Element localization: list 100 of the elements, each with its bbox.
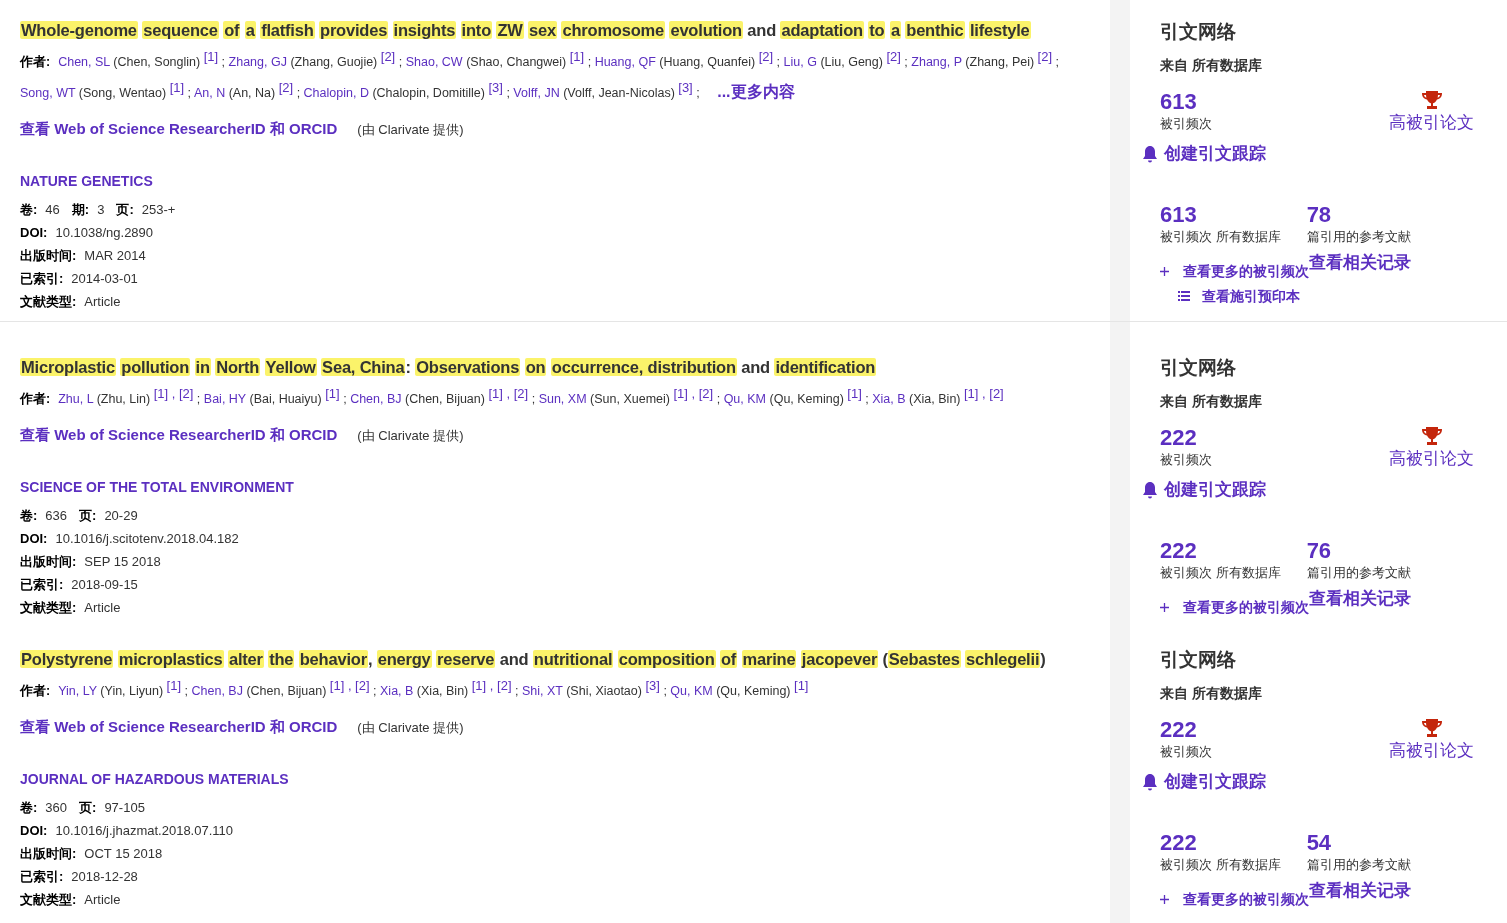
record-title[interactable]: Microplastic pollution in North Yellow Sea, China: Observations on occurrence, distribution and identification: [20, 354, 1062, 380]
affiliation-ref[interactable]: [1] , [2]: [471, 678, 512, 693]
citation-count[interactable]: 222: [1160, 425, 1212, 450]
affiliation-ref[interactable]: [2]: [380, 49, 396, 64]
stat-value[interactable]: 222: [1160, 830, 1281, 855]
separator: ;: [1055, 55, 1060, 69]
citing-preprints-link[interactable]: 查看施引预印本: [1178, 285, 1477, 307]
affiliation-ref[interactable]: [1]: [166, 678, 182, 693]
separator: ;: [865, 392, 869, 406]
plus-icon: [1160, 602, 1169, 612]
affiliation-ref[interactable]: [1] , [2]: [153, 386, 194, 401]
author-link[interactable]: Liu, G: [783, 55, 817, 69]
affiliation-ref[interactable]: [1]: [169, 80, 185, 95]
field-label: 期:: [71, 200, 90, 219]
highly-cited-badge[interactable]: 高被引论文: [1389, 737, 1474, 763]
journal-link[interactable]: JOURNAL OF HAZARDOUS MATERIALS: [20, 768, 1062, 790]
author-link[interactable]: Qu, KM: [723, 392, 766, 406]
author-link[interactable]: Chalopin, D: [303, 86, 369, 100]
stat-value[interactable]: 222: [1160, 538, 1281, 563]
author-link[interactable]: Huang, QF: [594, 55, 656, 69]
affiliation-ref[interactable]: [3]: [645, 678, 660, 693]
researcher-id-link[interactable]: 查看 Web of Science ResearcherID 和 ORCID: [20, 118, 338, 141]
affiliation-ref[interactable]: [1]: [794, 678, 809, 693]
field-label: 出版时间:: [20, 552, 77, 571]
more-citations-link[interactable]: 查看更多的被引频次: [1160, 888, 1309, 910]
plus-icon: [1160, 266, 1169, 276]
citation-count[interactable]: 613: [1160, 89, 1212, 114]
affiliation-ref[interactable]: [2]: [278, 80, 294, 95]
record-title[interactable]: Whole-genome sequence of a flatfish provides insights into ZW sex chromosome evolution and adaptation to a benthic lifestyle: [20, 17, 1062, 43]
affiliation-ref[interactable]: [2]: [1037, 49, 1053, 64]
author-link[interactable]: Zhang, GJ: [228, 55, 287, 69]
stat-label: 被引频次 所有数据库: [1160, 563, 1281, 582]
author-link[interactable]: Xia, B: [380, 684, 414, 698]
affiliation-ref[interactable]: [3]: [488, 80, 503, 95]
author-full-name: (Zhu, Lin): [96, 392, 151, 406]
journal-link[interactable]: NATURE GENETICS: [20, 170, 1062, 192]
author-link[interactable]: Chen, BJ: [191, 684, 243, 698]
stat-value[interactable]: 78: [1306, 202, 1411, 227]
stat-value[interactable]: 54: [1306, 830, 1411, 855]
author-full-name: (Shi, Xiaotao): [566, 684, 642, 698]
highly-cited-badge[interactable]: 高被引论文: [1389, 445, 1474, 471]
field-label: 出版时间:: [20, 246, 77, 265]
researcher-id-link[interactable]: 查看 Web of Science ResearcherID 和 ORCID: [20, 716, 338, 739]
more-citations-link[interactable]: 查看更多的被引频次: [1160, 260, 1309, 282]
author-link[interactable]: An, N: [193, 86, 226, 100]
create-alert-link[interactable]: 创建引文跟踪: [1142, 477, 1477, 503]
affiliation-ref[interactable]: [1] , [2]: [673, 386, 714, 401]
stat-value[interactable]: 76: [1306, 538, 1411, 563]
related-records-link[interactable]: 查看相关记录: [1309, 586, 1411, 612]
affiliation-ref[interactable]: [1]: [847, 386, 862, 401]
separator: ;: [398, 55, 403, 69]
more-citations-link[interactable]: 查看更多的被引频次: [1160, 596, 1309, 618]
citation-count[interactable]: 222: [1160, 717, 1212, 742]
affiliation-ref[interactable]: [1]: [325, 386, 340, 401]
author-link[interactable]: Shao, CW: [405, 55, 463, 69]
stat-label: 被引频次 所有数据库: [1160, 227, 1281, 246]
bell-icon: [1142, 144, 1158, 163]
author-link[interactable]: Chen, SL: [58, 55, 110, 69]
more-authors-link[interactable]: ...更多内容: [717, 83, 795, 100]
panel-title: 引文网络: [1160, 20, 1237, 44]
citation-count-label: 被引频次: [1160, 450, 1212, 469]
affiliation-ref[interactable]: [2]: [886, 49, 901, 64]
author-link[interactable]: Zhu, L: [58, 392, 94, 406]
author-link[interactable]: Bai, HY: [203, 392, 246, 406]
separator: ;: [663, 684, 667, 698]
authors-label: 作者:: [20, 55, 51, 69]
affiliation-ref[interactable]: [2]: [758, 49, 774, 64]
highly-cited-badge[interactable]: 高被引论文: [1389, 109, 1474, 135]
separator: ;: [587, 55, 592, 69]
affiliation-ref[interactable]: [1] , [2]: [488, 386, 529, 401]
author-link[interactable]: Shi, XT: [521, 684, 563, 698]
author-link[interactable]: Chen, BJ: [350, 392, 402, 406]
author-link[interactable]: Zhang, P: [911, 55, 962, 69]
database-source: 来自 所有数据库: [1160, 391, 1263, 411]
researcher-id-link[interactable]: 查看 Web of Science ResearcherID 和 ORCID: [20, 424, 338, 447]
affiliation-ref[interactable]: [1] , [2]: [964, 386, 1004, 401]
author-full-name: (An, Na): [228, 86, 276, 100]
stat-value[interactable]: 613: [1160, 202, 1281, 227]
affiliation-ref[interactable]: [1]: [203, 49, 219, 64]
author-link[interactable]: Yin, LY: [58, 684, 97, 698]
author-link[interactable]: Sun, XM: [538, 392, 587, 406]
field-value: 46: [45, 200, 60, 219]
citation-count-label: 被引频次: [1160, 742, 1212, 761]
record-title[interactable]: Polystyrene microplastics alter the behavior, energy reserve and nutritional composition of marine jacopever (Sebastes schlegelii): [20, 646, 1062, 672]
related-records-link[interactable]: 查看相关记录: [1309, 878, 1411, 904]
author-link[interactable]: Volff, JN: [513, 86, 560, 100]
author-link[interactable]: Song, WT: [20, 86, 76, 100]
author-link[interactable]: Qu, KM: [670, 684, 713, 698]
separator: ;: [296, 86, 301, 100]
create-alert-link[interactable]: 创建引文跟踪: [1142, 141, 1477, 167]
affiliation-ref[interactable]: [3]: [678, 80, 693, 95]
journal-link[interactable]: SCIENCE OF THE TOTAL ENVIRONMENT: [20, 476, 1062, 498]
author-link[interactable]: Xia, B: [872, 392, 906, 406]
affiliation-ref[interactable]: [1] , [2]: [329, 678, 370, 693]
separator: ;: [776, 55, 781, 69]
author-full-name: (Xia, Bin): [416, 684, 469, 698]
related-records-link[interactable]: 查看相关记录: [1309, 250, 1411, 276]
affiliation-ref[interactable]: [1]: [569, 49, 585, 64]
trophy-icon: [1420, 717, 1443, 738]
create-alert-link[interactable]: 创建引文跟踪: [1142, 769, 1477, 795]
